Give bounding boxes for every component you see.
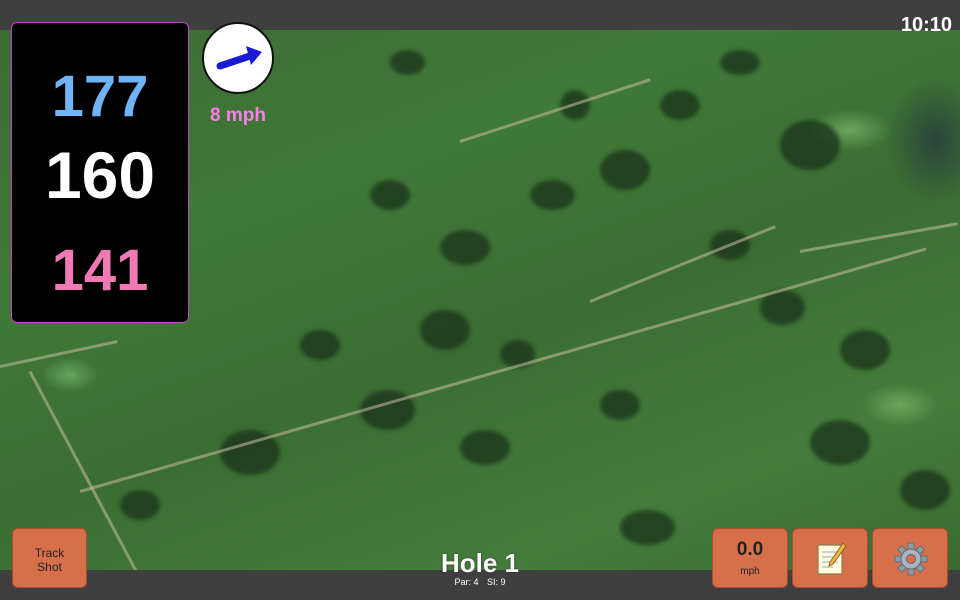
speed-value: 0.0 <box>736 539 764 560</box>
notes-button[interactable] <box>792 528 868 588</box>
distance-panel[interactable]: 177 160 141 <box>11 22 189 323</box>
par-label: Par: 4 <box>454 577 479 587</box>
stroke-index-label: SI: 9 <box>487 577 506 587</box>
wind-arrow-icon <box>216 46 262 70</box>
back-distance: 177 <box>51 64 149 129</box>
settings-button[interactable] <box>872 528 948 588</box>
track-shot-label: Track Shot <box>34 546 65 574</box>
gear-icon <box>894 542 928 576</box>
hole-meta: Par: 4 SI: 9 <box>380 577 580 587</box>
notepad-icon <box>817 542 847 575</box>
status-time: 10:10 <box>900 14 952 36</box>
speed-unit: mph <box>740 566 760 577</box>
wind-speed-label: 8 mph <box>210 105 266 126</box>
wind-direction-indicator <box>202 22 274 94</box>
hole-title: Hole 1 <box>440 548 520 578</box>
speed-button[interactable]: 0.0 mph <box>712 528 788 588</box>
track-shot-button[interactable]: Track Shot <box>12 528 87 588</box>
middle-distance: 160 <box>44 138 156 212</box>
front-distance: 141 <box>51 238 149 303</box>
